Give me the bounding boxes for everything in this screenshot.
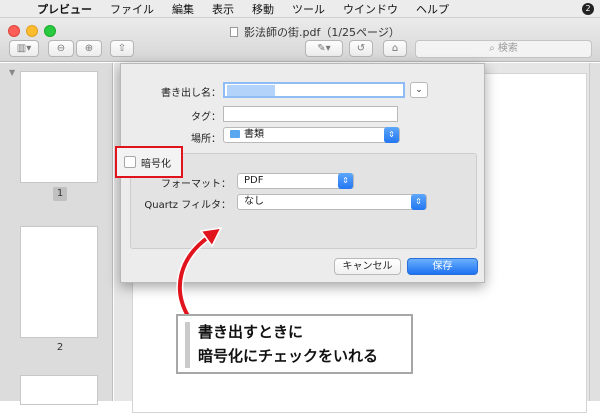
instruction-callout: 書き出すときに 暗号化にチェックをいれる <box>176 314 413 374</box>
callout-line-2: 暗号化にチェックをいれる <box>198 347 379 365</box>
callout-line-1: 書き出すときに <box>198 323 304 341</box>
callout-accent-bar <box>185 322 190 368</box>
